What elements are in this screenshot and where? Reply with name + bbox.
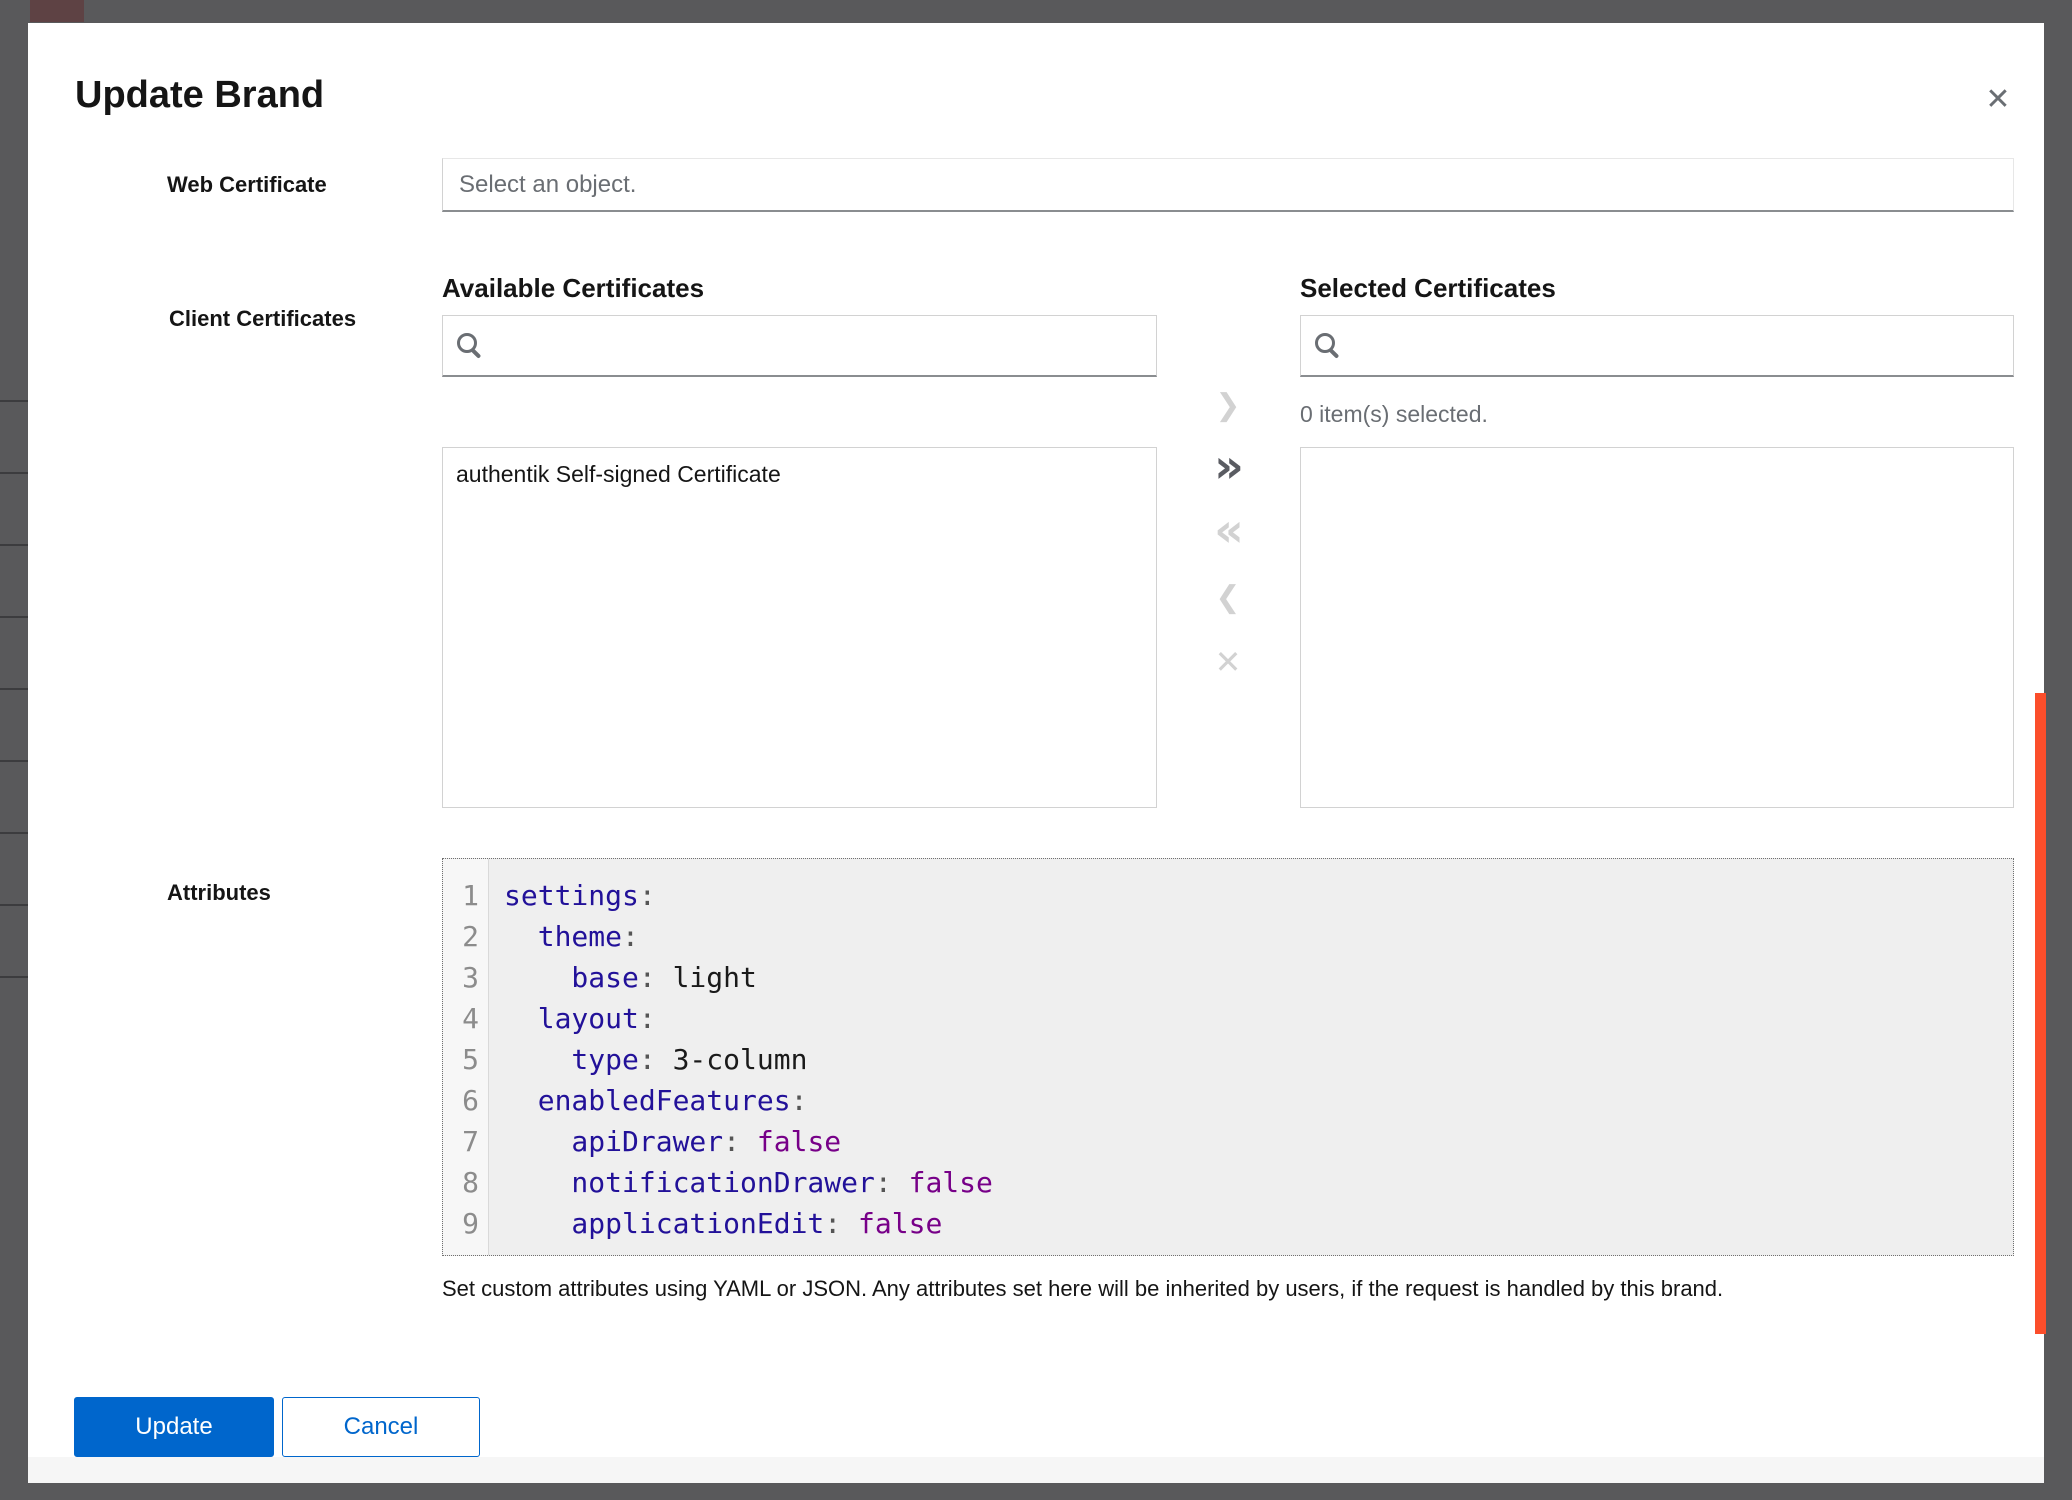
code-line: apiDrawer: false <box>504 1121 2013 1162</box>
available-certificates-search-input[interactable] <box>489 331 1142 361</box>
add-all-button[interactable]: » <box>1196 450 1260 490</box>
attributes-label: Attributes <box>167 879 271 907</box>
close-button[interactable]: ✕ <box>1972 76 2024 124</box>
remove-selected-button[interactable]: ❮ <box>1196 578 1260 618</box>
scrim-sidebar-rows <box>0 330 28 980</box>
web-certificate-select[interactable]: Select an object. <box>442 158 2014 212</box>
web-certificate-placeholder: Select an object. <box>459 171 636 199</box>
notification-drawer-edge-bar <box>2035 693 2046 1334</box>
cancel-button[interactable]: Cancel <box>282 1397 480 1457</box>
dual-list-transfer-controls: ❯ » « ❮ ✕ <box>1192 386 1264 682</box>
code-line: type: 3-column <box>504 1039 2013 1080</box>
client-certificates-label: Client Certificates <box>169 305 356 333</box>
page-backdrop: Update Brand ✕ Web Certificate Select an… <box>0 0 2072 1500</box>
update-button[interactable]: Update <box>74 1397 274 1457</box>
code-line: layout: <box>504 998 2013 1039</box>
selected-certificates-list[interactable] <box>1300 447 2014 808</box>
available-certificates-title: Available Certificates <box>442 273 704 304</box>
attributes-help-text: Set custom attributes using YAML or JSON… <box>442 1275 2012 1303</box>
search-icon <box>1315 333 1335 353</box>
code-line: notificationDrawer: false <box>504 1162 2013 1203</box>
selected-certificates-title: Selected Certificates <box>1300 273 1556 304</box>
available-certificates-search <box>442 315 1157 377</box>
available-certificates-list[interactable]: authentik Self-signed Certificate <box>442 447 1157 808</box>
code-content[interactable]: settings: theme: base: light layout: typ… <box>489 859 2013 1255</box>
scrim-header-fragment <box>30 0 84 22</box>
update-brand-modal: Update Brand ✕ Web Certificate Select an… <box>28 23 2044 1483</box>
selected-certificates-search <box>1300 315 2014 377</box>
selected-count-status: 0 item(s) selected. <box>1300 401 1488 428</box>
close-icon: ✕ <box>1985 82 2010 117</box>
code-line-numbers: 123456789 <box>443 859 489 1255</box>
web-certificate-label: Web Certificate <box>167 171 327 199</box>
modal-footer-strip <box>28 1457 2044 1483</box>
code-line: applicationEdit: false <box>504 1203 2013 1244</box>
code-line: theme: <box>504 916 2013 957</box>
modal-title: Update Brand <box>75 73 324 117</box>
code-line: enabledFeatures: <box>504 1080 2013 1121</box>
list-item[interactable]: authentik Self-signed Certificate <box>443 448 1156 501</box>
code-line: base: light <box>504 957 2013 998</box>
search-icon <box>457 333 477 353</box>
remove-all-button[interactable]: « <box>1196 514 1260 554</box>
selected-certificates-search-input[interactable] <box>1347 331 1999 361</box>
code-line: settings: <box>504 875 2013 916</box>
clear-selection-button[interactable]: ✕ <box>1196 642 1260 682</box>
add-selected-button[interactable]: ❯ <box>1196 386 1260 426</box>
attributes-code-editor[interactable]: 123456789 settings: theme: base: light l… <box>442 858 2014 1256</box>
